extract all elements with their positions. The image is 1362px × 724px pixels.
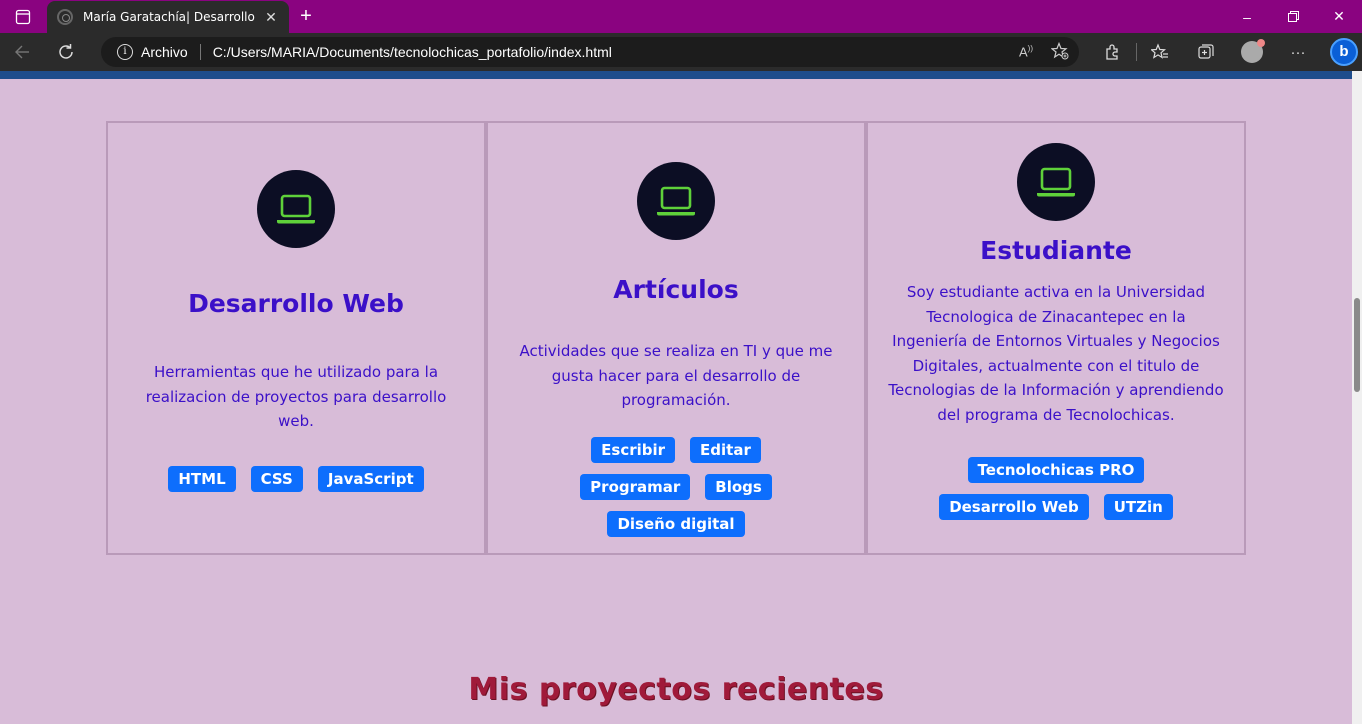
minimize-button[interactable]: –: [1224, 0, 1270, 33]
card-articulos: Artículos Actividades que se realiza en …: [486, 121, 866, 555]
tag-badge[interactable]: Escribir: [591, 437, 676, 463]
laptop-icon: [277, 194, 315, 224]
url-text[interactable]: C:/Users/MARIA/Documents/tecnolochicas_p…: [213, 44, 612, 60]
browser-nav-bar: i Archivo C:/Users/MARIA/Documents/tecno…: [0, 33, 1362, 71]
card-tags: Escribir Editar Programar Blogs Diseño d…: [538, 437, 814, 537]
card-tags: Tecnolochicas PRO Desarrollo Web UTZin: [898, 457, 1214, 520]
info-icon[interactable]: i: [117, 44, 133, 60]
new-tab-button[interactable]: +: [294, 4, 318, 28]
bing-copilot-button[interactable]: b: [1321, 33, 1362, 71]
card-estudiante: Estudiante Soy estudiante activa en la U…: [866, 121, 1246, 555]
collections-icon[interactable]: [1183, 33, 1229, 71]
close-window-button[interactable]: ✕: [1316, 0, 1362, 33]
card-icon-circle: [1017, 143, 1095, 221]
refresh-button[interactable]: [44, 33, 88, 71]
bing-icon: b: [1330, 38, 1358, 66]
card-title: Estudiante: [980, 236, 1132, 265]
tag-badge[interactable]: Diseño digital: [607, 511, 745, 537]
tag-badge[interactable]: Blogs: [705, 474, 772, 500]
profile-button[interactable]: [1229, 33, 1275, 71]
url-divider: [199, 44, 201, 60]
tab-actions-icon[interactable]: [0, 0, 46, 33]
url-scheme-label: Archivo: [141, 44, 188, 60]
skills-cards: Desarrollo Web Herramientas que he utili…: [106, 121, 1246, 555]
read-aloud-icon[interactable]: A)): [1019, 44, 1033, 59]
tag-badge[interactable]: UTZin: [1103, 494, 1173, 520]
card-icon-circle: [637, 162, 715, 240]
tag-badge[interactable]: Programar: [580, 474, 691, 500]
laptop-icon: [1037, 167, 1075, 197]
back-button[interactable]: [0, 33, 44, 71]
laptop-icon: [657, 186, 695, 216]
tab-close-icon[interactable]: ✕: [263, 9, 279, 26]
card-description: Herramientas que he utilizado para la re…: [145, 363, 447, 430]
window-controls: – ✕: [1224, 0, 1362, 33]
card-desarrollo-web: Desarrollo Web Herramientas que he utili…: [106, 121, 486, 555]
tag-badge[interactable]: CSS: [250, 466, 303, 492]
tag-badge[interactable]: JavaScript: [317, 466, 424, 492]
card-title: Artículos: [613, 275, 739, 304]
tag-badge[interactable]: Desarrollo Web: [939, 494, 1089, 520]
scrollbar-track[interactable]: [1352, 71, 1362, 724]
page-header-strip: [0, 71, 1352, 79]
tab-title: María Garatachía| Desarrollo Web: [83, 10, 259, 24]
tag-badge[interactable]: HTML: [168, 466, 236, 492]
browser-toolbar: ··· b: [1090, 33, 1362, 71]
card-title: Desarrollo Web: [188, 289, 404, 318]
scrollbar-thumb[interactable]: [1354, 298, 1360, 392]
restore-button[interactable]: [1270, 0, 1316, 33]
card-icon-circle: [257, 170, 335, 248]
favorites-icon[interactable]: [1137, 33, 1183, 71]
add-favorite-icon[interactable]: [1050, 41, 1069, 63]
card-tags: HTML CSS JavaScript: [118, 466, 474, 492]
browser-tab[interactable]: María Garatachía| Desarrollo Web ✕: [47, 1, 289, 33]
extensions-icon[interactable]: [1090, 33, 1136, 71]
avatar: [1241, 39, 1265, 63]
card-description: Actividades que se realiza en TI y que m…: [519, 342, 833, 409]
more-options-icon[interactable]: ···: [1275, 33, 1321, 71]
tag-badge[interactable]: Tecnolochicas PRO: [967, 457, 1145, 483]
tab-favicon-icon: [57, 9, 73, 25]
section-title-recent-projects: Mis proyectos recientes: [468, 672, 884, 707]
tag-badge[interactable]: Editar: [690, 437, 761, 463]
address-bar[interactable]: i Archivo C:/Users/MARIA/Documents/tecno…: [101, 37, 1079, 67]
card-description: Soy estudiante activa en la Universidad …: [888, 283, 1224, 424]
